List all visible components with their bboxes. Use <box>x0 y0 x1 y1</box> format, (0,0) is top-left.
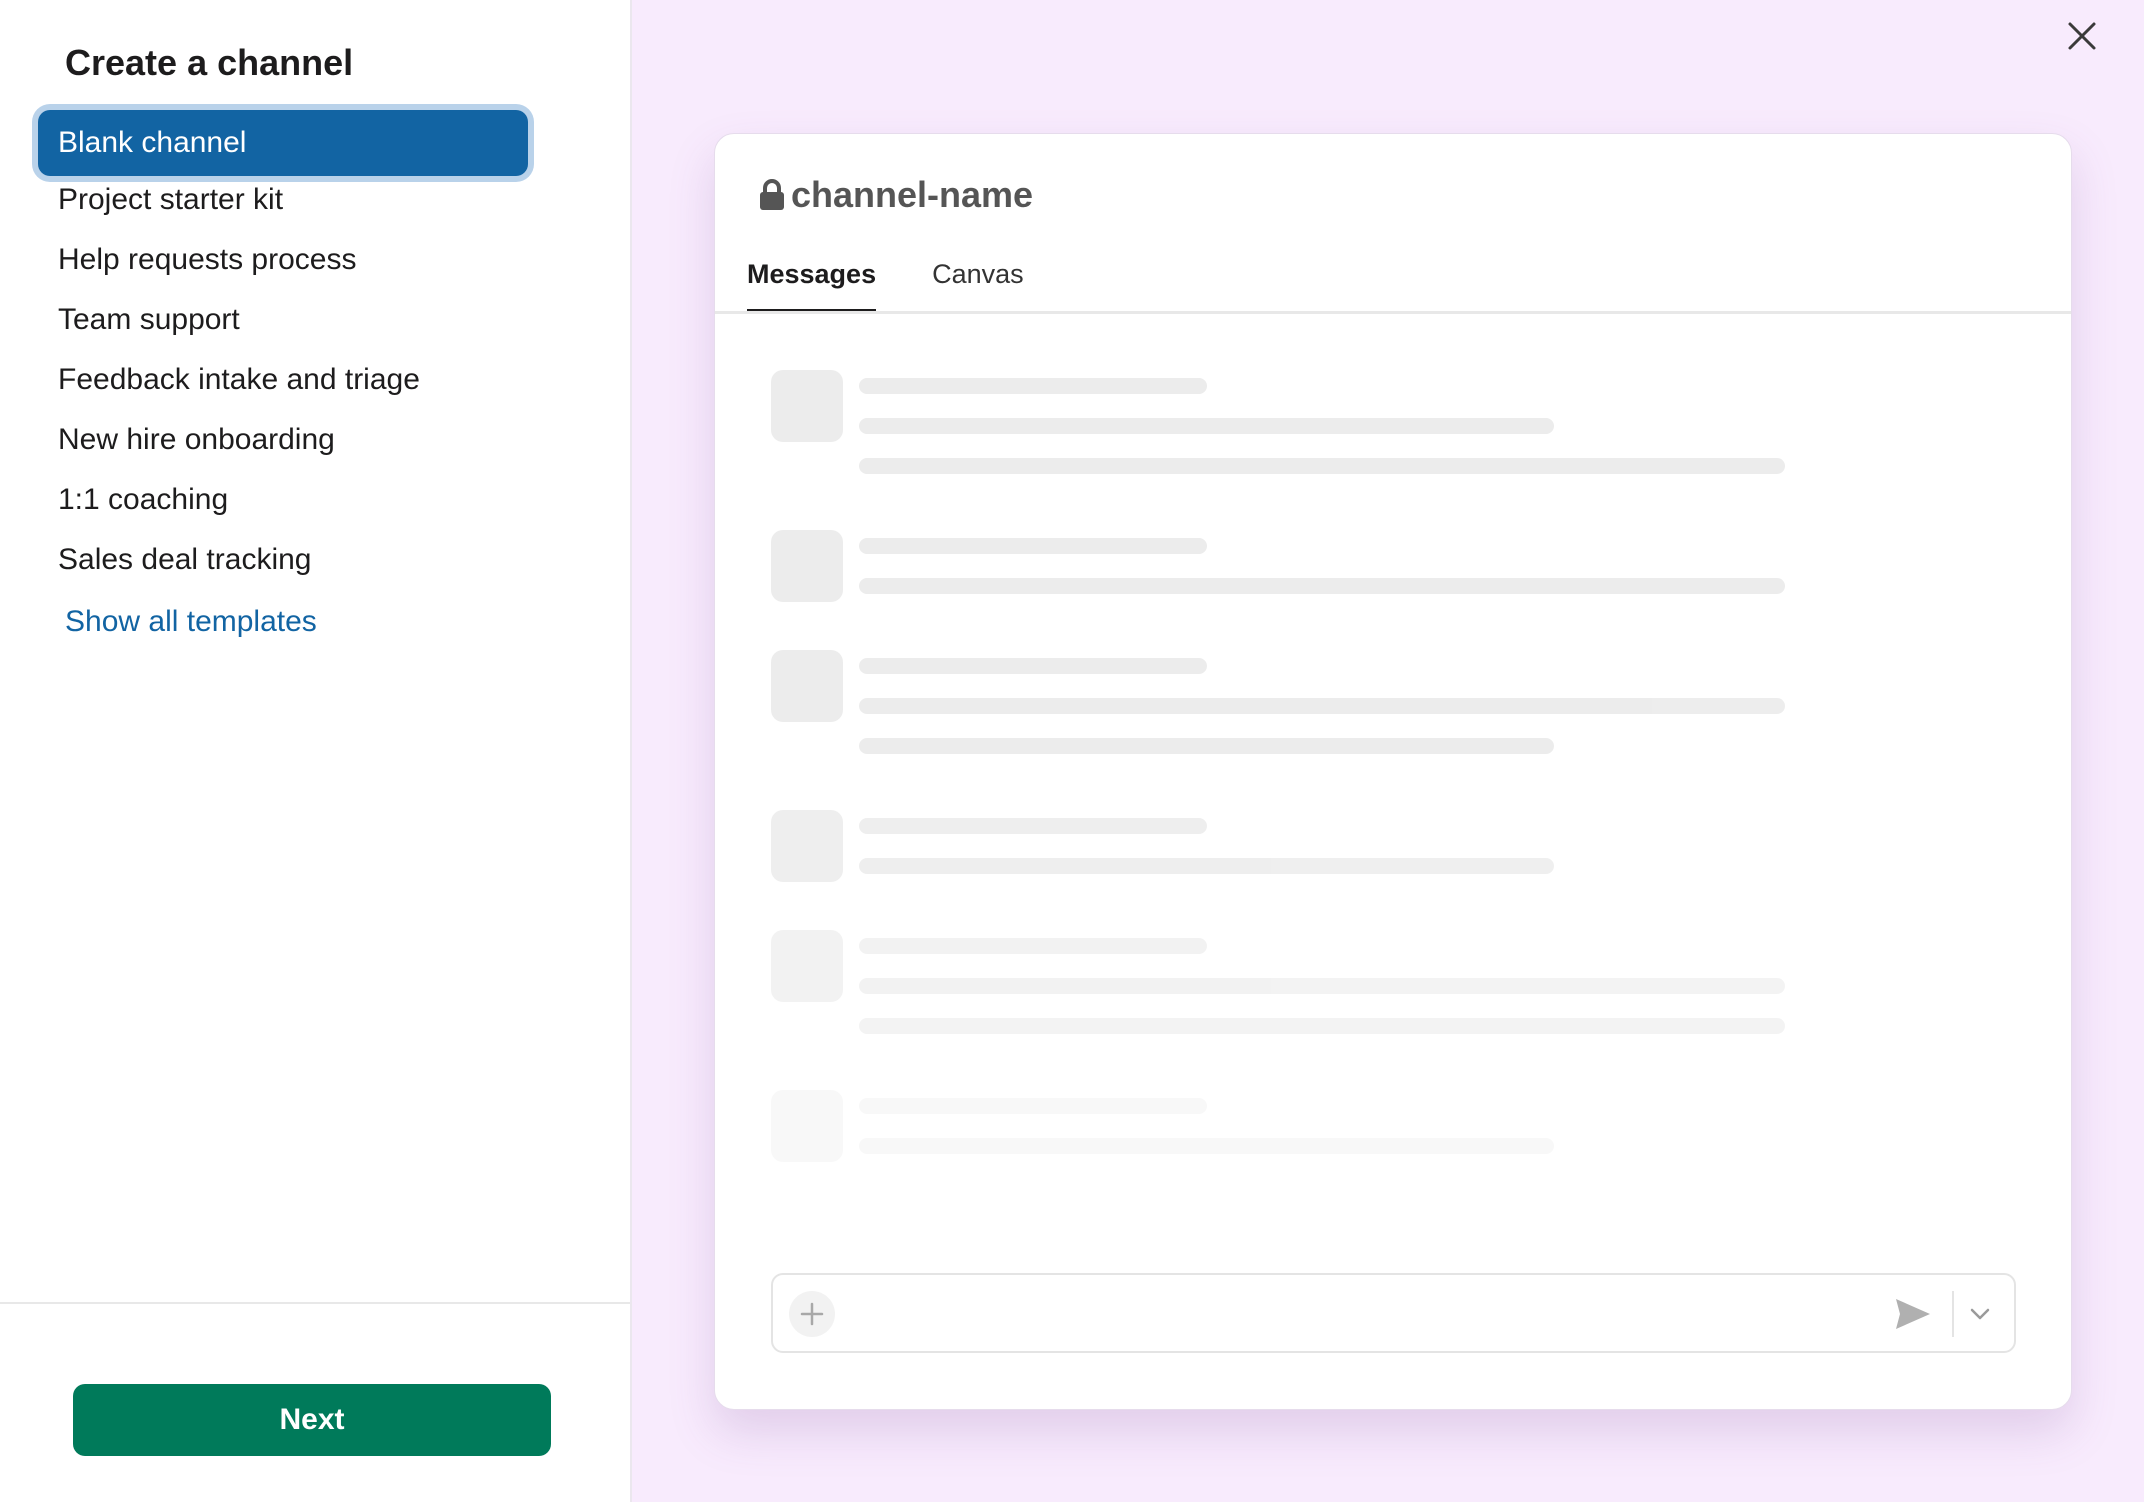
skeleton-avatar <box>771 810 843 882</box>
send-button[interactable] <box>1890 1291 1936 1337</box>
close-icon <box>2068 22 2096 50</box>
skeleton-line <box>859 538 1207 554</box>
plus-icon <box>800 1302 824 1326</box>
template-item-feedback-intake[interactable]: Feedback intake and triage <box>32 350 530 410</box>
template-item-sales-deal-tracking[interactable]: Sales deal tracking <box>32 530 530 590</box>
skeleton-avatar <box>771 1090 843 1162</box>
send-icon <box>1896 1299 1930 1329</box>
skeleton-line <box>859 418 1554 434</box>
preview-tabs: Messages Canvas <box>747 259 1080 313</box>
tab-messages[interactable]: Messages <box>747 259 877 313</box>
skeleton-line <box>859 698 1785 714</box>
skeleton-line <box>859 938 1207 954</box>
show-all-templates-link[interactable]: Show all templates <box>65 605 317 639</box>
message-composer[interactable] <box>771 1273 2016 1353</box>
skeleton-line <box>859 978 1785 994</box>
channel-name: channel-name <box>791 174 1034 215</box>
skeleton-line <box>859 1098 1207 1114</box>
skeleton-line <box>859 858 1554 874</box>
close-button[interactable] <box>2062 16 2102 56</box>
template-list: Blank channel Project starter kit Help r… <box>32 110 530 590</box>
tab-canvas[interactable]: Canvas <box>932 259 1024 313</box>
skeleton-avatar <box>771 530 843 602</box>
skeleton-avatar <box>771 930 843 1002</box>
template-item-team-support[interactable]: Team support <box>32 290 530 350</box>
skeleton-line <box>859 378 1207 394</box>
skeleton-line <box>859 818 1207 834</box>
channel-preview-card: channel-name Messages Canvas <box>714 133 2072 1410</box>
skeleton-line <box>859 658 1207 674</box>
tabs-divider <box>715 311 2071 314</box>
footer-divider <box>0 1302 630 1304</box>
skeleton-avatar <box>771 650 843 722</box>
template-sidebar: Create a channel Blank channel Project s… <box>0 0 632 1502</box>
template-item-help-requests-process[interactable]: Help requests process <box>32 230 530 290</box>
lock-icon <box>760 179 784 210</box>
send-options-button[interactable] <box>1960 1291 2000 1337</box>
template-item-blank-channel[interactable]: Blank channel <box>38 110 528 176</box>
chevron-down-icon <box>1970 1308 1990 1320</box>
skeleton-avatar <box>771 370 843 442</box>
skeleton-line <box>859 1138 1554 1154</box>
template-item-coaching[interactable]: 1:1 coaching <box>32 470 530 530</box>
skeleton-line <box>859 458 1785 474</box>
skeleton-line <box>859 1018 1785 1034</box>
modal-title: Create a channel <box>65 42 354 83</box>
channel-header: channel-name <box>759 174 1033 216</box>
composer-divider <box>1952 1291 1954 1337</box>
template-item-project-starter-kit[interactable]: Project starter kit <box>32 170 530 230</box>
skeleton-line <box>859 738 1554 754</box>
next-button[interactable]: Next <box>73 1384 551 1456</box>
template-item-new-hire-onboarding[interactable]: New hire onboarding <box>32 410 530 470</box>
add-attachment-button[interactable] <box>789 1291 835 1337</box>
skeleton-line <box>859 578 1785 594</box>
